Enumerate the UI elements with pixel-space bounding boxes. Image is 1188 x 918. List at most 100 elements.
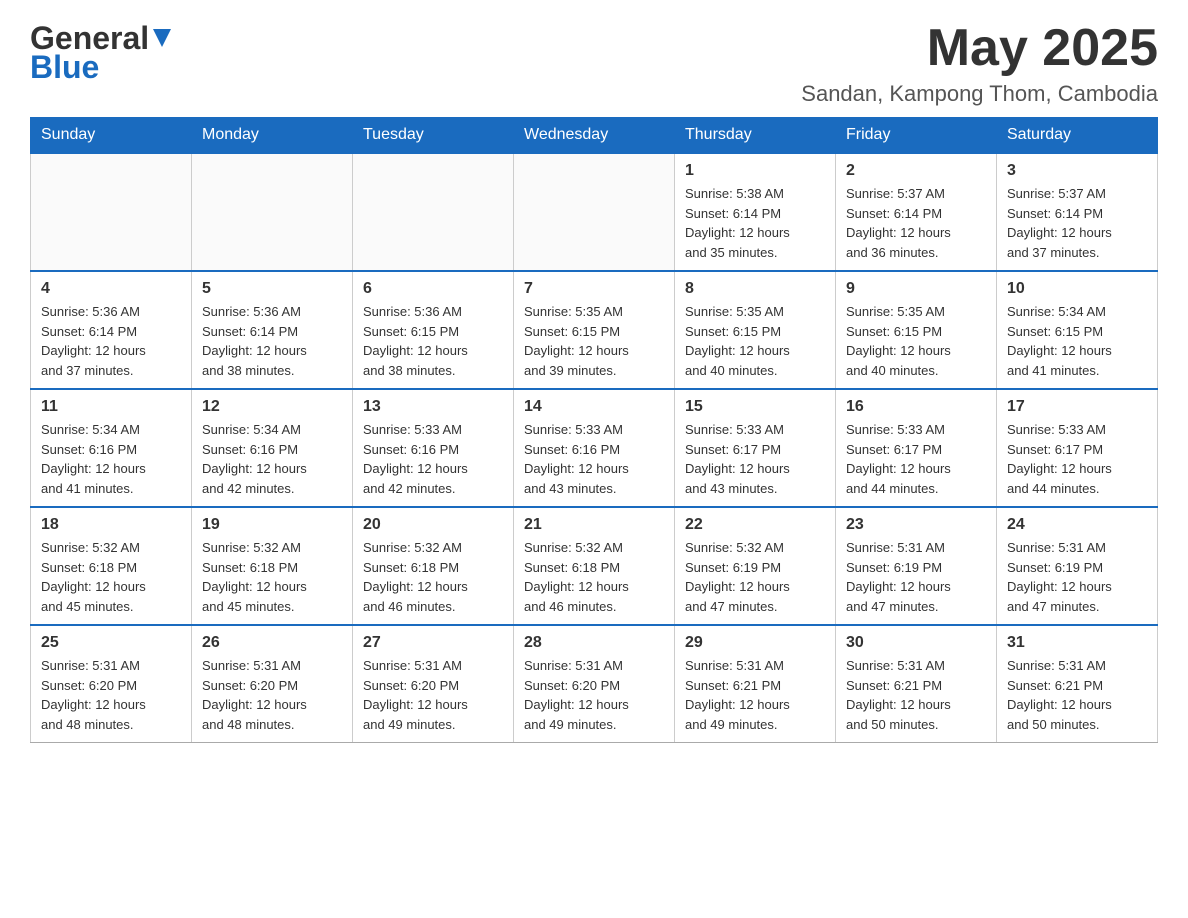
day-number: 5	[202, 280, 342, 298]
calendar-table: SundayMondayTuesdayWednesdayThursdayFrid…	[30, 117, 1158, 743]
calendar-header-monday: Monday	[192, 118, 353, 154]
calendar-day-cell: 11 Sunrise: 5:34 AM Sunset: 6:16 PM Dayli…	[31, 389, 192, 507]
day-sun-info: Sunrise: 5:31 AM Sunset: 6:20 PM Dayligh…	[202, 656, 342, 734]
calendar-header-sunday: Sunday	[31, 118, 192, 154]
day-number: 10	[1007, 280, 1147, 298]
calendar-header-wednesday: Wednesday	[514, 118, 675, 154]
calendar-header-saturday: Saturday	[997, 118, 1158, 154]
calendar-header-row: SundayMondayTuesdayWednesdayThursdayFrid…	[31, 118, 1158, 154]
calendar-day-cell: 20Sunrise: 5:32 AM Sunset: 6:18 PM Dayli…	[353, 507, 514, 625]
calendar-day-cell	[31, 153, 192, 271]
day-sun-info: Sunrise: 5:33 AM Sunset: 6:17 PM Dayligh…	[685, 420, 825, 498]
day-number: 22	[685, 516, 825, 534]
title-block: May 2025 Sandan, Kampong Thom, Cambodia	[801, 20, 1158, 107]
day-number: 19	[202, 516, 342, 534]
calendar-day-cell: 23 Sunrise: 5:31 AM Sunset: 6:19 PM Dayli…	[836, 507, 997, 625]
day-number: 4	[41, 280, 181, 298]
calendar-day-cell: 27 Sunrise: 5:31 AM Sunset: 6:20 PM Dayli…	[353, 625, 514, 743]
day-number: 21	[524, 516, 664, 534]
calendar-day-cell: 19 Sunrise: 5:32 AM Sunset: 6:18 PM Dayli…	[192, 507, 353, 625]
calendar-day-cell: 25 Sunrise: 5:31 AM Sunset: 6:20 PM Dayli…	[31, 625, 192, 743]
calendar-day-cell	[514, 153, 675, 271]
day-number: 8	[685, 280, 825, 298]
day-number: 30	[846, 634, 986, 652]
day-sun-info: Sunrise: 5:32 AM Sunset: 6:19 PM Dayligh…	[685, 538, 825, 616]
day-number: 26	[202, 634, 342, 652]
logo-blue: Blue	[30, 49, 99, 86]
calendar-day-cell: 3Sunrise: 5:37 AM Sunset: 6:14 PM Daylig…	[997, 153, 1158, 271]
day-sun-info: Sunrise: 5:32 AM Sunset: 6:18 PM Dayligh…	[363, 538, 503, 616]
calendar-header-friday: Friday	[836, 118, 997, 154]
day-sun-info: Sunrise: 5:36 AM Sunset: 6:15 PM Dayligh…	[363, 302, 503, 380]
day-sun-info: Sunrise: 5:31 AM Sunset: 6:20 PM Dayligh…	[524, 656, 664, 734]
calendar-day-cell: 14 Sunrise: 5:33 AM Sunset: 6:16 PM Dayli…	[514, 389, 675, 507]
calendar-week-row: 18 Sunrise: 5:32 AM Sunset: 6:18 PM Dayli…	[31, 507, 1158, 625]
calendar-day-cell: 31Sunrise: 5:31 AM Sunset: 6:21 PM Dayli…	[997, 625, 1158, 743]
calendar-day-cell: 13 Sunrise: 5:33 AM Sunset: 6:16 PM Dayli…	[353, 389, 514, 507]
day-number: 14	[524, 398, 664, 416]
day-sun-info: Sunrise: 5:31 AM Sunset: 6:21 PM Dayligh…	[846, 656, 986, 734]
day-number: 24	[1007, 516, 1147, 534]
calendar-week-row: 11 Sunrise: 5:34 AM Sunset: 6:16 PM Dayli…	[31, 389, 1158, 507]
logo-triangle-icon	[153, 29, 171, 47]
day-number: 12	[202, 398, 342, 416]
day-number: 17	[1007, 398, 1147, 416]
day-sun-info: Sunrise: 5:31 AM Sunset: 6:19 PM Dayligh…	[846, 538, 986, 616]
day-sun-info: Sunrise: 5:33 AM Sunset: 6:17 PM Dayligh…	[1007, 420, 1147, 498]
day-sun-info: Sunrise: 5:33 AM Sunset: 6:16 PM Dayligh…	[524, 420, 664, 498]
day-number: 15	[685, 398, 825, 416]
calendar-week-row: 25 Sunrise: 5:31 AM Sunset: 6:20 PM Dayli…	[31, 625, 1158, 743]
calendar-day-cell: 21 Sunrise: 5:32 AM Sunset: 6:18 PM Dayli…	[514, 507, 675, 625]
day-sun-info: Sunrise: 5:31 AM Sunset: 6:20 PM Dayligh…	[41, 656, 181, 734]
day-sun-info: Sunrise: 5:31 AM Sunset: 6:20 PM Dayligh…	[363, 656, 503, 734]
day-number: 18	[41, 516, 181, 534]
day-number: 6	[363, 280, 503, 298]
day-number: 27	[363, 634, 503, 652]
day-number: 25	[41, 634, 181, 652]
day-sun-info: Sunrise: 5:36 AM Sunset: 6:14 PM Dayligh…	[41, 302, 181, 380]
day-sun-info: Sunrise: 5:34 AM Sunset: 6:16 PM Dayligh…	[41, 420, 181, 498]
calendar-day-cell: 1 Sunrise: 5:38 AM Sunset: 6:14 PM Daylig…	[675, 153, 836, 271]
day-number: 9	[846, 280, 986, 298]
day-sun-info: Sunrise: 5:35 AM Sunset: 6:15 PM Dayligh…	[846, 302, 986, 380]
calendar-day-cell	[353, 153, 514, 271]
day-number: 23	[846, 516, 986, 534]
day-sun-info: Sunrise: 5:33 AM Sunset: 6:16 PM Dayligh…	[363, 420, 503, 498]
day-number: 29	[685, 634, 825, 652]
day-sun-info: Sunrise: 5:32 AM Sunset: 6:18 PM Dayligh…	[524, 538, 664, 616]
day-sun-info: Sunrise: 5:33 AM Sunset: 6:17 PM Dayligh…	[846, 420, 986, 498]
calendar-day-cell: 22 Sunrise: 5:32 AM Sunset: 6:19 PM Dayli…	[675, 507, 836, 625]
calendar-day-cell: 7Sunrise: 5:35 AM Sunset: 6:15 PM Daylig…	[514, 271, 675, 389]
day-number: 11	[41, 398, 181, 416]
month-year-title: May 2025	[801, 20, 1158, 77]
day-number: 1	[685, 162, 825, 180]
calendar-day-cell: 4 Sunrise: 5:36 AM Sunset: 6:14 PM Daylig…	[31, 271, 192, 389]
day-number: 3	[1007, 162, 1147, 180]
calendar-day-cell: 12 Sunrise: 5:34 AM Sunset: 6:16 PM Dayli…	[192, 389, 353, 507]
day-sun-info: Sunrise: 5:38 AM Sunset: 6:14 PM Dayligh…	[685, 184, 825, 262]
calendar-day-cell: 24 Sunrise: 5:31 AM Sunset: 6:19 PM Dayli…	[997, 507, 1158, 625]
day-number: 13	[363, 398, 503, 416]
day-number: 16	[846, 398, 986, 416]
day-number: 31	[1007, 634, 1147, 652]
page-header: General Blue May 2025 Sandan, Kampong Th…	[30, 20, 1158, 107]
day-sun-info: Sunrise: 5:36 AM Sunset: 6:14 PM Dayligh…	[202, 302, 342, 380]
calendar-day-cell: 29Sunrise: 5:31 AM Sunset: 6:21 PM Dayli…	[675, 625, 836, 743]
calendar-day-cell: 18 Sunrise: 5:32 AM Sunset: 6:18 PM Dayli…	[31, 507, 192, 625]
calendar-day-cell	[192, 153, 353, 271]
calendar-header-tuesday: Tuesday	[353, 118, 514, 154]
calendar-day-cell: 30 Sunrise: 5:31 AM Sunset: 6:21 PM Dayli…	[836, 625, 997, 743]
day-sun-info: Sunrise: 5:32 AM Sunset: 6:18 PM Dayligh…	[41, 538, 181, 616]
location-subtitle: Sandan, Kampong Thom, Cambodia	[801, 81, 1158, 107]
calendar-week-row: 1 Sunrise: 5:38 AM Sunset: 6:14 PM Daylig…	[31, 153, 1158, 271]
logo: General Blue	[30, 20, 171, 86]
day-sun-info: Sunrise: 5:31 AM Sunset: 6:19 PM Dayligh…	[1007, 538, 1147, 616]
calendar-day-cell: 10Sunrise: 5:34 AM Sunset: 6:15 PM Dayli…	[997, 271, 1158, 389]
calendar-day-cell: 9 Sunrise: 5:35 AM Sunset: 6:15 PM Daylig…	[836, 271, 997, 389]
day-sun-info: Sunrise: 5:34 AM Sunset: 6:16 PM Dayligh…	[202, 420, 342, 498]
calendar-day-cell: 8Sunrise: 5:35 AM Sunset: 6:15 PM Daylig…	[675, 271, 836, 389]
day-sun-info: Sunrise: 5:32 AM Sunset: 6:18 PM Dayligh…	[202, 538, 342, 616]
calendar-day-cell: 6 Sunrise: 5:36 AM Sunset: 6:15 PM Daylig…	[353, 271, 514, 389]
calendar-day-cell: 2Sunrise: 5:37 AM Sunset: 6:14 PM Daylig…	[836, 153, 997, 271]
calendar-day-cell: 17 Sunrise: 5:33 AM Sunset: 6:17 PM Dayli…	[997, 389, 1158, 507]
